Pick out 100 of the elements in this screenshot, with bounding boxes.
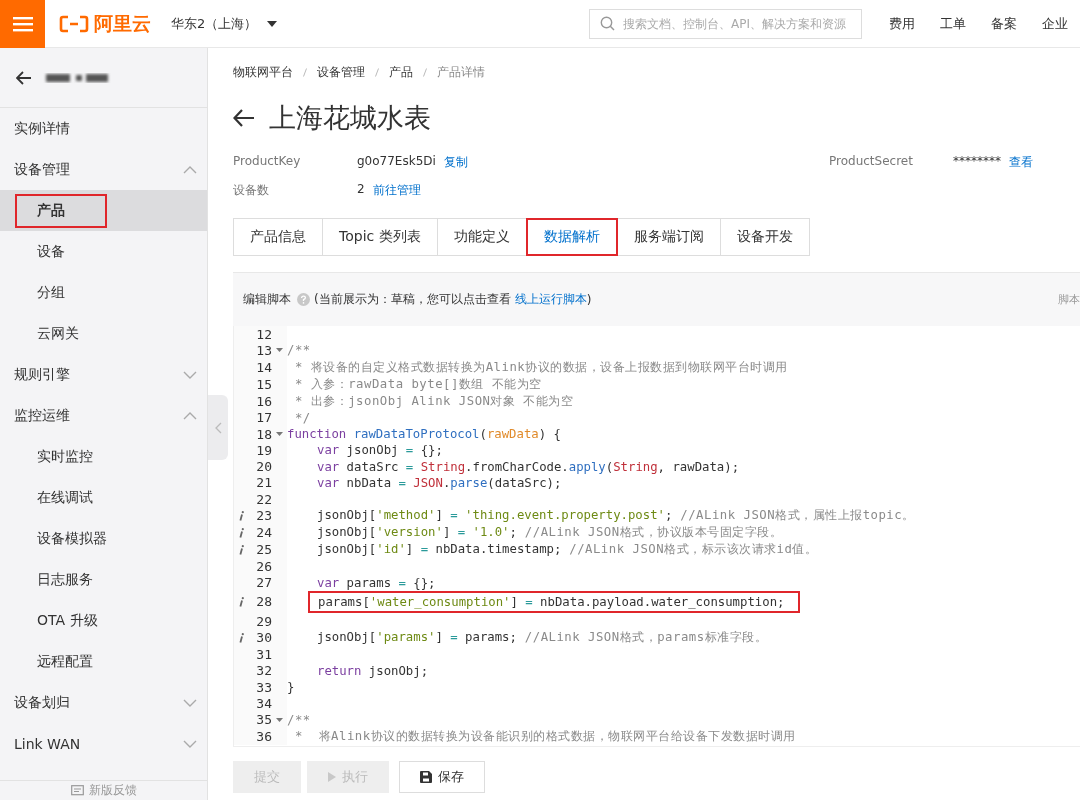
sidebar-subitem[interactable]: 分组 [0,272,207,313]
line-number: 32 [255,663,272,679]
line-number: 12 [255,326,272,342]
line-number: 18 [255,426,272,442]
sidebar-subitem[interactable]: 远程配置 [0,641,207,682]
comment-icon [70,784,84,797]
code-line: var dataSrc = String.fromCharCode.apply(String, rawData); [316,459,740,474]
code-line: jsonObj['id'] = nbData.timestamp; //ALink JSON格式，标示该次请求id值。 [316,541,818,559]
tab[interactable]: 产品信息 [233,218,323,256]
page-title: 上海花城水表 [269,101,431,135]
line-number: 31 [255,646,272,662]
tab[interactable]: 数据解析 [525,218,618,256]
sidebar-subitem[interactable]: OTA 升级 [0,600,207,641]
collapse-handle[interactable] [208,395,228,460]
line-number: 27 [255,575,272,591]
nav-link[interactable]: 企业 [1042,14,1068,33]
sidebar-item[interactable]: Link WAN [0,723,207,764]
code-line: * 将设备的自定义格式数据转换为Alink协议的数据，设备上报数据到物联网平台时调用 [293,358,788,376]
save-button[interactable]: 保存 [399,760,485,793]
line-number: 33 [255,679,272,695]
code-line: */ [293,410,311,425]
nav-link[interactable]: 备案 [991,14,1017,33]
action-link[interactable]: 复制 [443,153,468,171]
sidebar-subitem[interactable]: 日志服务 [0,559,207,600]
chevron-down-icon [183,698,197,707]
field-label: ProductKey [233,153,302,170]
action-link[interactable]: 查看 [1009,153,1033,171]
line-number: 19 [255,442,272,458]
status-note: (当前展示为：草稿，您可以点击查看 [314,291,511,308]
chevron-down-icon [183,739,197,748]
breadcrumb-separator [375,67,379,77]
sidebar-subitem[interactable]: 产品 [0,190,207,231]
region-selector[interactable]: 华东2（上海） [171,14,278,33]
line-number: 20 [255,459,272,475]
line-number: 14 [255,359,272,375]
script-link[interactable]: 线上运行脚本 [514,291,587,308]
nav-link[interactable]: 工单 [940,14,966,33]
sidebar-item[interactable]: 规则引擎 [0,354,207,395]
line-number: 26 [255,559,272,574]
action-link[interactable]: 前往管理 [372,181,421,199]
search-icon [600,16,615,31]
field-value: 2 [357,181,365,198]
code-line: * 入参：rawData byte[]数组 不能为空 [293,375,542,393]
line-number: 13 [255,342,272,358]
line-number: 21 [255,475,272,491]
sidebar-item[interactable]: 监控运维 [0,395,207,436]
code-line: /** [287,712,311,727]
line-number: 34 [255,695,272,711]
line-number: 35 [255,712,272,728]
search-field[interactable]: 搜索文档、控制台、API、解决方案和资源 [589,8,862,39]
save-icon [420,770,432,783]
code-line: /** [287,343,311,358]
back-arrow-icon [233,109,255,127]
tab[interactable]: 功能定义 [436,218,527,256]
chevron-down-icon [183,370,197,379]
code-line: function rawDataToProtocol(rawData) { [287,427,561,442]
code-line: * 将Alink协议的数据转换为设备能识别的格式数据，物联网平台给设备下发数据时调用 [293,727,796,745]
breadcrumb-link[interactable]: 设备管理 [317,63,365,81]
panel-label: 脚本 [1058,292,1080,307]
field-value: ******** [953,153,1001,170]
code-line: var params = {}; [316,575,436,590]
line-number: 24 [255,525,272,541]
code-editor[interactable] [233,326,1080,746]
menu-button[interactable] [0,0,45,48]
breadcrumb-separator [423,67,427,77]
sidebar-item[interactable]: 实例详情 [0,108,207,149]
sidebar-subitem[interactable]: 设备 [0,231,207,272]
line-number: 36 [255,728,272,744]
tab[interactable]: Topic 类列表 [322,218,438,256]
line-number: 23 [255,508,272,524]
nav-link[interactable]: 费用 [889,14,915,33]
status-note-end: ) [586,292,592,307]
section-title: 编辑脚本 [243,291,291,308]
caret-icon [267,20,278,27]
code-line: } [287,680,295,694]
sidebar-subitem[interactable]: 实时监控 [0,436,207,477]
code-line: jsonObj['version'] = '1.0'; //ALink JSON格式，协议版本号固定字段。 [316,524,783,542]
highlight-frame: 产品 [15,193,107,228]
logo-icon [59,14,89,33]
line-number: 29 [255,613,272,629]
sidebar-item[interactable]: 设备划归 [0,682,207,723]
sidebar-item[interactable]: 设备管理 [0,149,207,190]
current-page-label: 产品详情 [437,63,485,81]
sidebar-subitem[interactable]: 云网关 [0,313,207,354]
breadcrumb-link[interactable]: 物联网平台 [233,63,293,81]
chevron-left-icon [214,421,222,434]
line-number: 22 [255,491,272,507]
code-line: var jsonObj = {}; [316,443,443,458]
tab[interactable]: 服务端订阅 [616,218,721,256]
help-icon [297,293,310,306]
field-value: g0o77Esk5Di [357,153,436,170]
tab[interactable]: 设备开发 [719,218,810,256]
field-label: ProductSecret [829,153,914,170]
code-line: var nbData = JSON.parse(dataSrc); [316,475,562,490]
sidebar-subitem[interactable]: 在线调试 [0,477,207,518]
breadcrumb-link[interactable]: 产品 [389,63,413,81]
play-icon [328,771,336,782]
line-number: 25 [255,542,272,558]
sidebar-subitem[interactable]: 设备模拟器 [0,518,207,559]
code-line: return jsonObj; [316,663,429,678]
